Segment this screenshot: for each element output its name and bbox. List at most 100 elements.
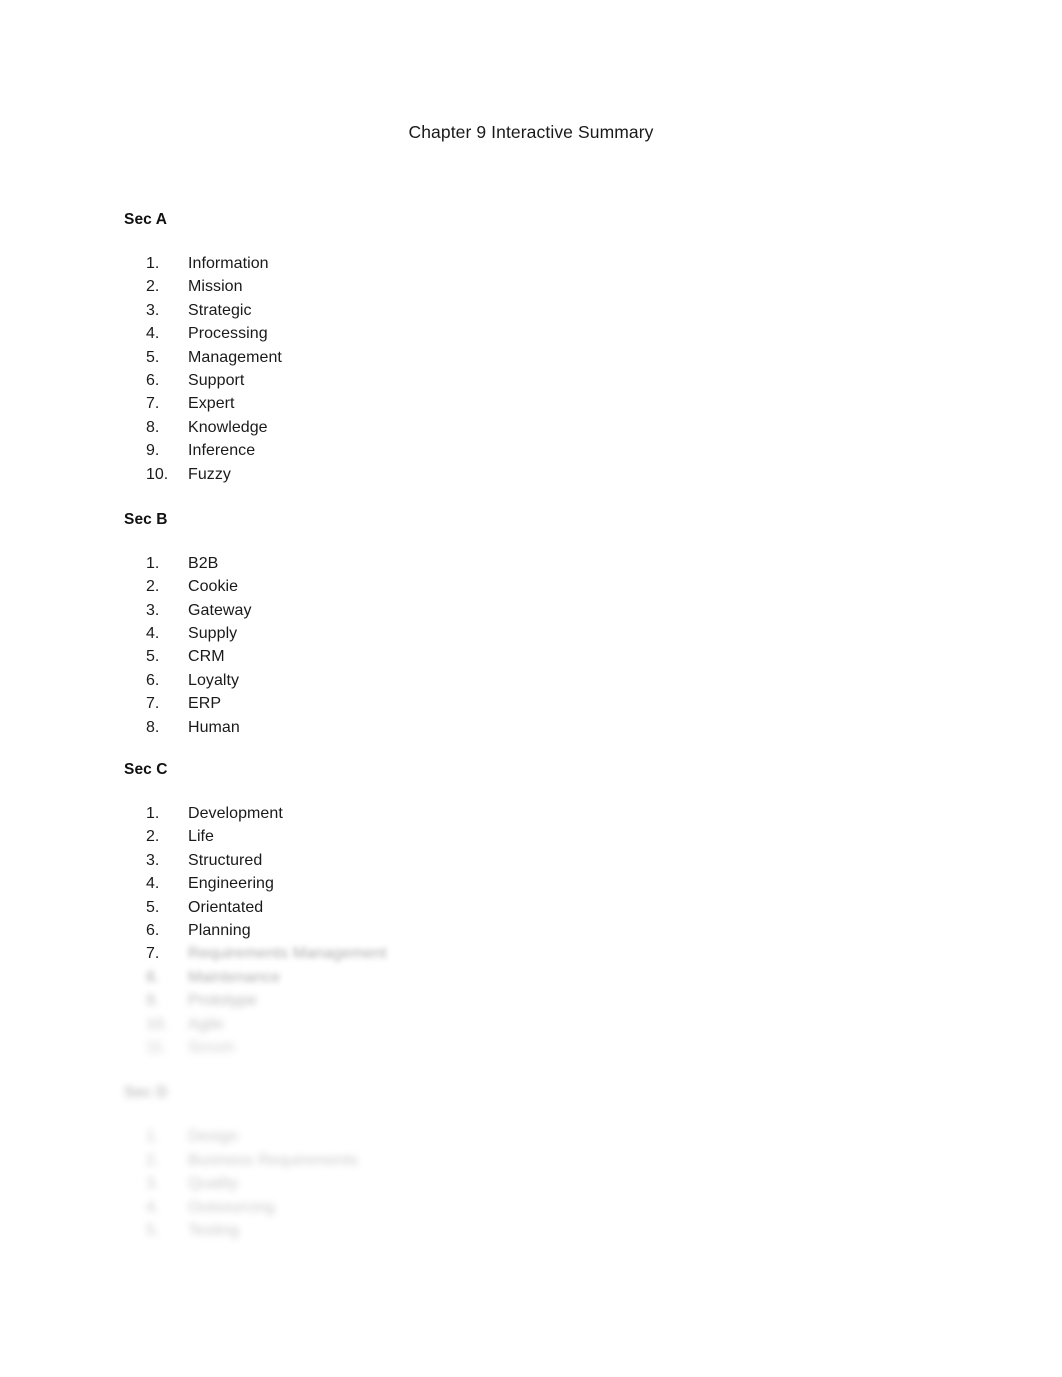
- list-item-text: Management: [188, 348, 282, 366]
- list-item-text: Planning: [188, 921, 251, 939]
- document-page: Chapter 9 Interactive Summary Sec A 1. I…: [0, 0, 1062, 1377]
- list-item-obscured: 7. Requirements Management: [0, 942, 1062, 965]
- list-item: 5. Orientated: [0, 896, 1062, 919]
- list-item-text: Inference: [188, 442, 256, 460]
- list-item-text: ERP: [188, 695, 222, 713]
- list-item-marker: 3.: [146, 851, 160, 869]
- list-item-marker: 10.: [146, 1015, 169, 1033]
- list-item-marker: 10.: [146, 465, 169, 483]
- list-item-text: Supply: [188, 625, 238, 643]
- list-item: 4. Supply: [0, 622, 1062, 645]
- list-item: 2. Cookie: [0, 575, 1062, 598]
- section-heading-obscured: Sec D: [124, 1084, 168, 1102]
- list-item: 7. ERP: [0, 692, 1062, 715]
- list-item-marker: 6.: [146, 921, 160, 939]
- list-item-text-obscured: Requirements Management: [188, 945, 387, 963]
- list-item-text: Life: [188, 828, 214, 846]
- list-item-marker: 1.: [146, 554, 160, 572]
- list-item-marker: 4.: [146, 1198, 160, 1216]
- list-item-obscured: 11. Scrum: [0, 1036, 1062, 1059]
- list-item-marker: 7.: [146, 945, 160, 963]
- list-item: 3. Gateway: [0, 599, 1062, 622]
- list-item-marker: 5.: [146, 1221, 160, 1239]
- list-item-text: Loyalty: [188, 671, 240, 689]
- list-item-marker: 2.: [146, 578, 160, 596]
- list-item-marker: 5.: [146, 648, 160, 666]
- section-heading: Sec A: [124, 211, 168, 228]
- list-item: 2. Mission: [0, 275, 1062, 298]
- list-item-text: Expert: [188, 395, 235, 413]
- list-item-marker: 3.: [146, 1175, 160, 1193]
- list-item: 7. Expert: [0, 392, 1062, 415]
- list-item-marker: 4.: [146, 325, 160, 343]
- list-item: 2. Life: [0, 825, 1062, 848]
- section-list: 1. Design 2. Business Requirements 3. Qu…: [0, 1125, 1062, 1242]
- list-item-marker: 9.: [146, 442, 160, 460]
- list-item-marker: 1.: [146, 255, 160, 272]
- list-item-marker: 1.: [146, 1128, 160, 1146]
- list-item: 6. Planning: [0, 919, 1062, 942]
- list-item: 4. Processing: [0, 322, 1062, 345]
- list-item: 5. CRM: [0, 645, 1062, 668]
- section-heading: Sec C: [124, 761, 168, 779]
- page-title: Chapter 9 Interactive Summary: [408, 122, 654, 142]
- list-item-obscured: 10. Agile: [0, 1013, 1062, 1036]
- list-item-text-obscured: Agile: [188, 1015, 224, 1033]
- list-item-marker: 6.: [146, 671, 160, 689]
- list-item: 3. Strategic: [0, 299, 1062, 322]
- section-heading: Sec B: [124, 510, 168, 528]
- list-item-text-obscured: Quality: [188, 1175, 239, 1193]
- list-item: 5. Management: [0, 346, 1062, 369]
- list-item-text: CRM: [188, 648, 225, 666]
- list-item-text: Orientated: [188, 898, 264, 916]
- list-item-text: Fuzzy: [188, 465, 231, 483]
- list-item-marker: 5.: [146, 348, 160, 366]
- list-item: 9. Inference: [0, 439, 1062, 462]
- list-item-obscured: 4. Outsourcing: [0, 1196, 1062, 1219]
- list-item-text: Gateway: [188, 601, 252, 619]
- section-list: 1. Development 2. Life 3. Structured 4. …: [0, 802, 1062, 1059]
- list-item-marker: 5.: [146, 898, 160, 916]
- list-item: 3. Structured: [0, 849, 1062, 872]
- list-item-obscured: 3. Quality: [0, 1172, 1062, 1195]
- list-item-text-obscured: Maintenance: [188, 968, 281, 986]
- section-list: 1. Information 2. Mission 3. Strategic 4…: [0, 252, 1062, 486]
- list-item-marker: 6.: [146, 371, 160, 389]
- list-item-marker: 1.: [146, 805, 160, 823]
- list-item-obscured: 5. Testing: [0, 1219, 1062, 1242]
- list-item-text: Development: [188, 805, 283, 823]
- list-item: 6. Loyalty: [0, 669, 1062, 692]
- list-item-text-obscured: Scrum: [188, 1038, 235, 1056]
- list-item-text: Strategic: [188, 301, 252, 319]
- list-item-text-obscured: Testing: [188, 1221, 240, 1239]
- list-item-text: Mission: [188, 278, 243, 296]
- list-item: 10. Fuzzy: [0, 463, 1062, 486]
- section-sec-d: Sec D 1. Design 2. Business Requirements…: [0, 1081, 1062, 1242]
- list-item-marker: 2.: [146, 828, 160, 846]
- list-item-marker: 8.: [146, 418, 160, 436]
- list-item-text: Cookie: [188, 578, 239, 596]
- list-item: 1. B2B: [0, 552, 1062, 575]
- list-item: 1. Information: [0, 252, 1062, 275]
- list-item-text: Processing: [188, 325, 268, 343]
- list-item: 8. Human: [0, 716, 1062, 739]
- list-item-marker: 8.: [146, 968, 160, 986]
- list-item-marker: 9.: [146, 992, 160, 1010]
- list-item-marker: 11.: [146, 1038, 168, 1056]
- section-sec-b: Sec B 1. B2B 2. Cookie 3. Gateway 4. Sup…: [0, 508, 1062, 739]
- list-item: 1. Development: [0, 802, 1062, 825]
- list-item-text: Structured: [188, 851, 263, 869]
- list-item-obscured: 8. Maintenance: [0, 966, 1062, 989]
- list-item-obscured: 1. Design: [0, 1125, 1062, 1148]
- list-item-marker: 4.: [146, 875, 160, 893]
- list-item-text: Information: [188, 255, 269, 272]
- section-sec-c: Sec C 1. Development 2. Life 3. Structur…: [0, 758, 1062, 1059]
- list-item-text: Support: [188, 371, 245, 389]
